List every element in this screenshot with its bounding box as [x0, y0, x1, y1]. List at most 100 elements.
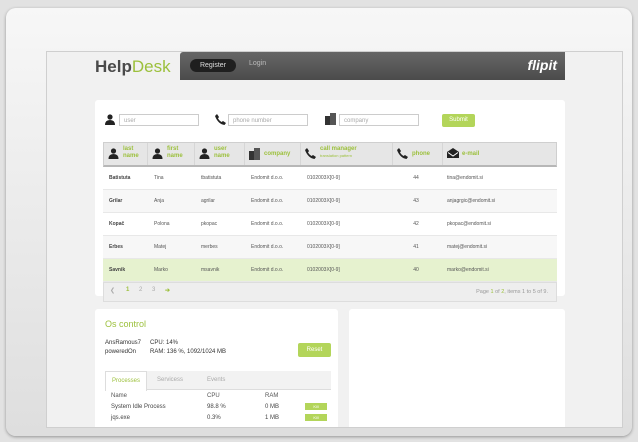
table-cell: 0102003X[0-9]: [307, 198, 340, 204]
column-label: e-mail: [462, 151, 480, 157]
process-table: Name CPU RAM System Idle Process 98.8 % 0 …: [105, 389, 331, 424]
pager: ❮ 1 2 3 ➔ Page 1 of 2, items 1 to 5 of 9…: [103, 282, 557, 302]
table-cell: 42: [413, 221, 419, 227]
column-header-first[interactable]: first name: [147, 143, 195, 165]
table-cell: merbes: [201, 244, 218, 250]
column-sublabel: name: [123, 153, 139, 159]
host-name: AnsRamous7: [105, 340, 142, 346]
column-header-call-manager[interactable]: call manager translation pattern: [300, 143, 393, 165]
brand-logo: flipit: [527, 57, 557, 73]
process-name: jqs.exe: [111, 415, 131, 421]
user-search-input[interactable]: user: [119, 114, 199, 126]
col-name: Name: [111, 393, 128, 399]
table-cell: Endomit d.o.o.: [251, 221, 284, 227]
kill-process-button[interactable]: Kill: [305, 403, 327, 410]
table-cell: 44: [413, 175, 419, 181]
cpu-usage: CPU: 14%: [150, 340, 179, 346]
column-label: phone: [412, 151, 430, 157]
table-cell: pkopac: [201, 221, 218, 227]
tab-events[interactable]: Events: [201, 371, 231, 389]
kill-process-button[interactable]: Kill: [305, 414, 327, 421]
process-row: System Idle Process 98.8 % 0 MB Kill: [105, 402, 331, 413]
column-header-last[interactable]: last name: [104, 143, 147, 165]
col-cpu: CPU: [207, 393, 220, 399]
reset-button[interactable]: Reset: [298, 343, 331, 357]
submit-button[interactable]: Submit: [442, 114, 475, 127]
page-link-3[interactable]: 3: [152, 287, 155, 293]
table-cell: marko@endomit.si: [447, 267, 489, 273]
next-page-icon[interactable]: ➔: [165, 287, 170, 294]
table-cell: Grilar: [109, 198, 123, 204]
process-cpu: 0.3%: [207, 415, 221, 421]
table-cell: Tina: [154, 175, 164, 181]
login-link[interactable]: Login: [249, 60, 266, 67]
table-cell: Marko: [154, 267, 168, 273]
column-sublabel: name: [167, 153, 183, 159]
table-row[interactable]: Savnik Marko msavnik Endomit d.o.o. 0102003X…: [103, 259, 557, 282]
page-link-2[interactable]: 2: [139, 287, 142, 293]
table-cell: Kopač: [109, 221, 125, 227]
column-label: user: [214, 146, 227, 152]
process-name: System Idle Process: [111, 404, 166, 410]
os-tabs: Processes Servicess Events: [105, 371, 331, 391]
tab-servicess[interactable]: Servicess: [151, 371, 189, 389]
os-control-title: Os control: [105, 319, 147, 329]
device-frame: HelpDesk Register Login flipit user phon…: [6, 8, 632, 436]
table-cell: pkopac@endomit.si: [447, 221, 491, 227]
column-sublabel: translation pattern: [320, 153, 353, 158]
phone-search-input[interactable]: phone number: [228, 114, 308, 126]
col-ram: RAM: [265, 393, 279, 399]
table-cell: 0102003X[0-9]: [307, 221, 340, 227]
process-header: Name CPU RAM: [105, 389, 331, 402]
register-button[interactable]: Register: [190, 59, 236, 72]
table-cell: 0102003X[0-9]: [307, 244, 340, 250]
table-cell: Endomit d.o.o.: [251, 244, 284, 250]
company-search-input[interactable]: company: [339, 114, 419, 126]
column-label: call manager: [320, 146, 357, 152]
column-header-user[interactable]: user name: [194, 143, 245, 165]
table-cell: 41: [413, 244, 419, 250]
table-cell: Batistuta: [109, 175, 131, 181]
table-row[interactable]: Batistuta Tina tbatistuta Endomit d.o.o. 010…: [103, 167, 557, 190]
prev-page-icon[interactable]: ❮: [110, 287, 115, 294]
table-cell: Savnik: [109, 267, 126, 273]
table-cell: Matej: [154, 244, 167, 250]
column-header-phone[interactable]: phone: [392, 143, 443, 165]
page-link-1[interactable]: 1: [126, 287, 129, 293]
table-body: Batistuta Tina tbatistuta Endomit d.o.o. 010…: [103, 167, 557, 282]
users-table: last name first name user name company call man…: [103, 142, 557, 302]
table-cell: 43: [413, 198, 419, 204]
table-cell: tbatistuta: [201, 175, 222, 181]
table-cell: Erbes: [109, 244, 123, 250]
table-cell: anjagrgic@endomit.si: [447, 198, 496, 204]
user-icon: [105, 114, 115, 125]
table-cell: 40: [413, 267, 419, 273]
column-header-e-mail[interactable]: e-mail: [442, 143, 559, 165]
table-cell: 0102003X[0-9]: [307, 175, 340, 181]
table-row[interactable]: Kopač Polona pkopac Endomit d.o.o. 0102003X[…: [103, 213, 557, 236]
table-cell: agrilar: [201, 198, 215, 204]
column-header-company[interactable]: company: [244, 143, 301, 165]
process-ram: 0 MB: [265, 404, 280, 410]
table-header: last name first name user name company call man…: [103, 142, 557, 167]
process-ram: 1 MB: [265, 415, 280, 421]
building-icon: [325, 113, 336, 125]
column-sublabel: name: [214, 153, 230, 159]
table-cell: Polona: [154, 221, 170, 227]
phone-icon: [215, 114, 226, 125]
table-row[interactable]: Grilar Anja agrilar Endomit d.o.o. 0102003X[…: [103, 190, 557, 213]
top-navbar: Register Login flipit: [180, 52, 565, 80]
page-info: Page 1 of 2, items 1 to 5 of 9.: [476, 289, 548, 295]
power-state: poweredOn: [105, 349, 137, 355]
tab-processes[interactable]: Processes: [105, 371, 148, 391]
right-panel: [349, 309, 565, 427]
table-cell: 0102003X[0-9]: [307, 267, 340, 273]
table-cell: Endomit d.o.o.: [251, 175, 284, 181]
column-label: company: [264, 151, 291, 157]
process-cpu: 98.8 %: [207, 404, 226, 410]
table-row[interactable]: Erbes Matej merbes Endomit d.o.o. 0102003X[0…: [103, 236, 557, 259]
process-row: jqs.exe 0.3% 1 MB Kill: [105, 413, 331, 424]
header: HelpDesk Register Login flipit: [47, 52, 622, 80]
table-cell: tina@endomit.si: [447, 175, 483, 181]
ram-usage: RAM: 136 %, 1092/1024 MB: [150, 349, 227, 355]
